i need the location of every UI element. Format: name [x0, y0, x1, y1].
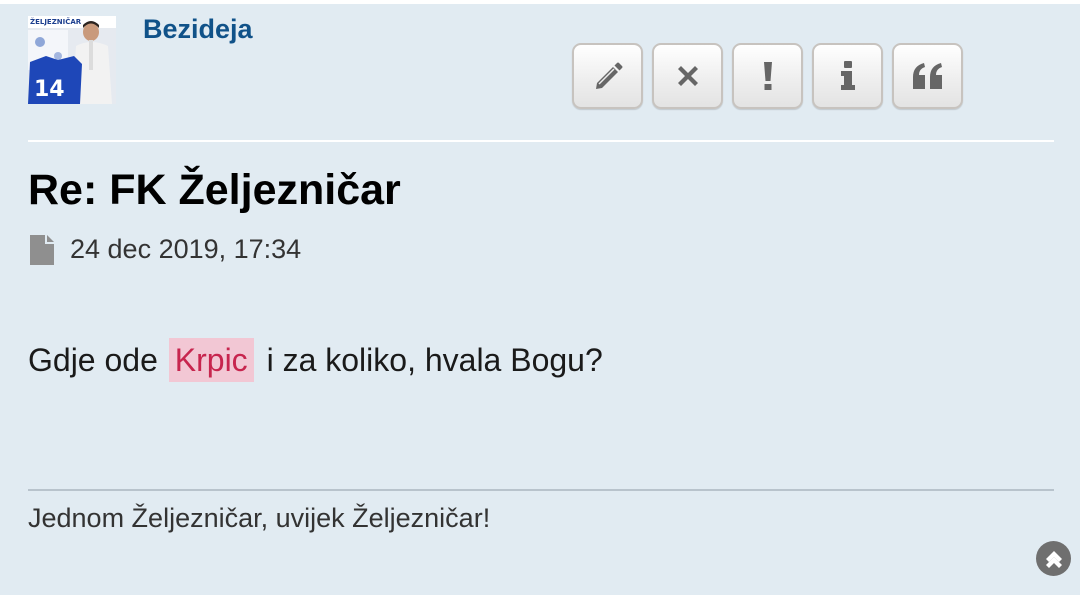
- pencil-icon: [595, 62, 622, 89]
- post-title[interactable]: Re: FK Željezničar: [28, 164, 401, 216]
- exclamation-icon: [763, 62, 772, 90]
- avatar-jersey-number: 14: [34, 77, 65, 102]
- post-meta: 24 dec 2019, 17:34: [30, 234, 301, 265]
- post-action-buttons: [572, 43, 963, 109]
- post-top-edge: [0, 0, 1080, 4]
- delete-button[interactable]: [652, 43, 723, 109]
- avatar[interactable]: ŽELJEZNIČAR 14: [28, 16, 116, 104]
- chevron-up-icon: [1045, 550, 1062, 568]
- avatar-image: ŽELJEZNIČAR 14: [28, 16, 116, 104]
- post-timestamp: 24 dec 2019, 17:34: [70, 234, 302, 264]
- post-signature: Jednom Željezničar, uvijek Željezničar!: [28, 503, 491, 533]
- signature-divider: [28, 489, 1054, 491]
- post-container: ŽELJEZNIČAR 14 Bezideja Re: FK Željeznič…: [0, 0, 1080, 595]
- info-button[interactable]: [812, 43, 883, 109]
- avatar-banner-text: ŽELJEZNIČAR: [30, 17, 82, 26]
- report-button[interactable]: [732, 43, 803, 109]
- header-divider: [28, 140, 1054, 142]
- highlighted-word: Krpic: [168, 338, 254, 382]
- file-icon[interactable]: [30, 234, 54, 265]
- quote-button[interactable]: [892, 43, 963, 109]
- post-content: Gdje ode Krpic i za koliko, hvala Bogu?: [28, 338, 603, 382]
- content-text-before: Gdje ode: [28, 342, 158, 378]
- quote-icon: [912, 63, 942, 89]
- info-icon: [840, 61, 855, 90]
- username-link[interactable]: Bezideja: [143, 14, 253, 45]
- content-text-after: i za koliko, hvala Bogu?: [266, 342, 603, 378]
- edit-button[interactable]: [572, 43, 643, 109]
- back-to-top-button[interactable]: [1036, 541, 1071, 576]
- close-icon: [677, 66, 698, 86]
